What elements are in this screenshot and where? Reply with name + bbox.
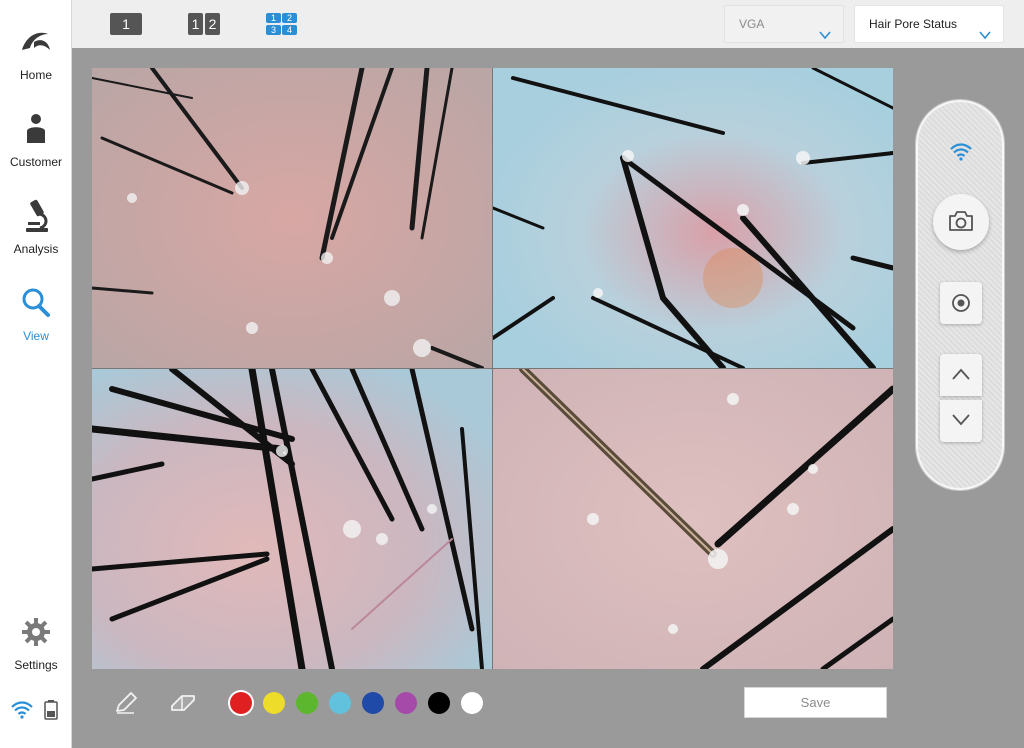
save-button[interactable]: Save (744, 687, 887, 718)
resolution-value: VGA (739, 17, 765, 31)
sidebar-item-view[interactable]: View (0, 285, 72, 343)
microscope-icon (0, 198, 72, 234)
camera-control-panel (916, 100, 1004, 490)
color-swatch-green[interactable] (296, 692, 318, 714)
camera-view-4[interactable] (493, 369, 893, 669)
status-bar (0, 698, 72, 722)
camera-view-2[interactable] (493, 68, 893, 368)
layout-label: 2 (282, 13, 297, 23)
focus-up-button[interactable] (940, 354, 982, 396)
sidebar-item-label: View (23, 329, 49, 343)
capture-button[interactable] (933, 194, 989, 250)
color-swatch-red[interactable] (230, 692, 252, 714)
sidebar: Home Customer Analysis View Settings (0, 0, 72, 748)
gear-icon (0, 614, 72, 650)
analysis-mode-select[interactable]: Hair Pore Status (854, 5, 1004, 43)
color-swatch-yellow[interactable] (263, 692, 285, 714)
color-swatch-white[interactable] (461, 692, 483, 714)
sidebar-item-analysis[interactable]: Analysis (0, 198, 72, 256)
wifi-icon (10, 700, 34, 725)
layout-label: 1 (266, 13, 281, 23)
analysis-mode-value: Hair Pore Status (869, 17, 958, 31)
top-toolbar: 1 12 1 2 3 4 VGA Hair Pore Status (72, 0, 1024, 48)
layout-label: 3 (266, 25, 281, 35)
color-swatch-blue[interactable] (362, 692, 384, 714)
layout-quad-button[interactable]: 1 2 3 4 (266, 13, 300, 37)
sidebar-item-home[interactable]: Home (0, 24, 72, 82)
camera-view-grid (92, 68, 893, 669)
focus-down-button[interactable] (940, 400, 982, 442)
sidebar-item-label: Home (19, 68, 52, 82)
logo-icon (0, 24, 72, 60)
layout-single-button[interactable]: 1 (110, 13, 142, 35)
layout-label: 1 (110, 13, 142, 35)
battery-icon (44, 700, 58, 725)
eraser-icon (170, 695, 196, 718)
sidebar-item-customer[interactable]: Customer (0, 111, 72, 169)
wifi-icon (949, 142, 973, 167)
person-icon (0, 111, 72, 147)
resolution-select[interactable]: VGA (724, 5, 844, 43)
sidebar-item-settings[interactable]: Settings (0, 614, 72, 672)
pen-icon (114, 692, 138, 718)
layout-dual-button[interactable]: 12 (188, 13, 222, 35)
eraser-tool-button[interactable] (170, 692, 196, 719)
layout-label: 4 (282, 25, 297, 35)
sidebar-item-label: Customer (9, 155, 62, 169)
chevron-down-icon (979, 18, 991, 54)
pen-tool-button[interactable] (114, 692, 138, 719)
layout-label: 2 (205, 13, 220, 35)
color-swatch-cyan[interactable] (329, 692, 351, 714)
color-swatch-black[interactable] (428, 692, 450, 714)
camera-view-3[interactable] (92, 369, 492, 669)
sidebar-item-label: Settings (14, 658, 58, 672)
camera-view-1[interactable] (92, 68, 492, 368)
layout-label: 1 (188, 13, 203, 35)
chevron-down-icon (819, 18, 831, 54)
search-icon (0, 285, 72, 321)
sidebar-item-label: Analysis (13, 242, 59, 256)
record-button[interactable] (940, 282, 982, 324)
color-swatch-purple[interactable] (395, 692, 417, 714)
